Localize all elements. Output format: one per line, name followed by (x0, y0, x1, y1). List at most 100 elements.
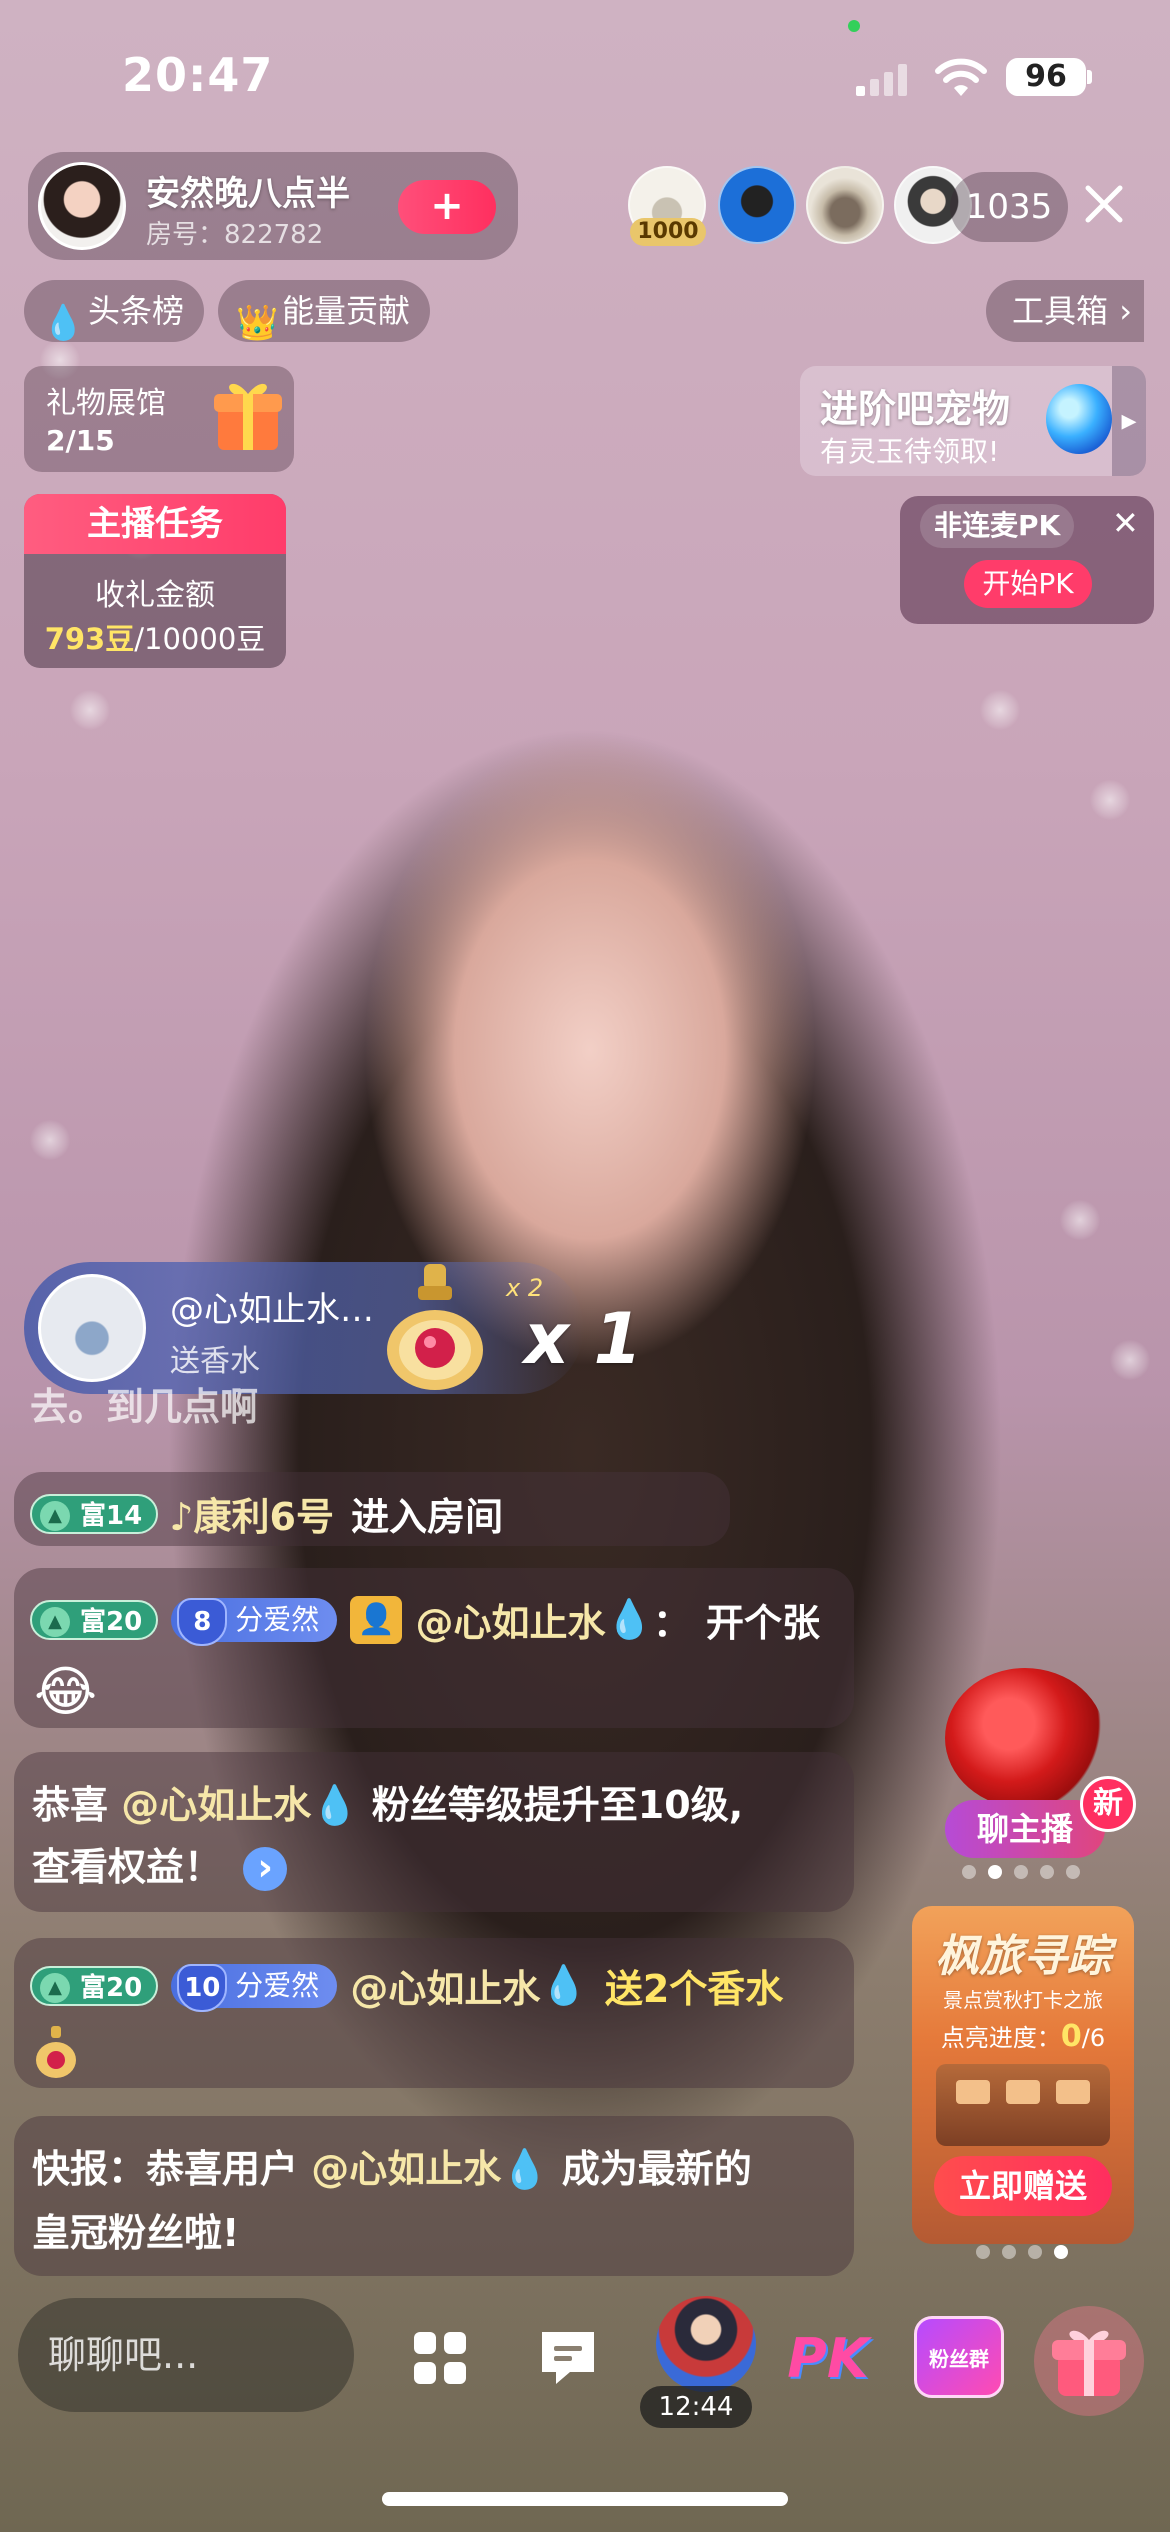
chat-username[interactable]: ♪康利6号 (169, 1495, 334, 1539)
game-avatar-icon[interactable] (656, 2296, 756, 2392)
maple-journey-title: 枫旅寻踪 (935, 1931, 1111, 1982)
droplet-icon: 💧 (311, 1783, 359, 1827)
home-indicator[interactable] (382, 2492, 788, 2506)
chat-text: 进入房间 (351, 1495, 504, 1539)
maple-journey-progress: 点亮进度：0/6 (940, 2019, 1106, 2054)
chat-text: 开个张 (705, 1601, 820, 1645)
rose-bouquet-icon[interactable] (945, 1668, 1105, 1808)
background-flower (980, 690, 1020, 730)
signal-icon (856, 64, 916, 96)
status-time: 20:47 (122, 48, 274, 102)
battery-level: 96 (1006, 58, 1086, 96)
gift-hall-title: 礼物展馆 (46, 386, 166, 421)
gift-action: 送香水 (170, 1344, 260, 1379)
toolbox-button[interactable]: 工具箱 › (986, 280, 1145, 342)
gift-hall-card[interactable]: 礼物展馆 2/15 (24, 366, 294, 472)
host-task-card[interactable]: 主播任务 收礼金额 793豆/10000豆 (24, 494, 286, 668)
battery-tip (1087, 70, 1092, 84)
chat-gift-text: 送2个香水 (604, 1967, 784, 2011)
wealth-level-badge: ▲ 富20 (30, 1599, 159, 1640)
chat-input[interactable]: 聊聊吧... (18, 2298, 354, 2412)
chat-separator: ： (652, 1601, 691, 1645)
chat-text: 粉丝等级提升至10级, (358, 1783, 744, 1827)
gift-button[interactable] (1034, 2306, 1144, 2416)
chat-username[interactable]: @心如止水 (121, 1783, 311, 1827)
background-flower (1090, 780, 1130, 820)
view-benefits-link[interactable]: 查看权益！ (32, 1845, 222, 1889)
viewer-avatar[interactable] (718, 166, 796, 244)
gift-box-icon (214, 376, 282, 454)
background-flower (1110, 1340, 1150, 1380)
chat-announcement: 快报：恭喜用户 @心如止水💧 成为最新的 皇冠粉丝啦! (14, 2116, 854, 2276)
maple-journey-subtitle: 景点赏秋打卡之旅 (943, 1988, 1103, 2012)
live-room-screen: { "status_bar": { "time": "20:47", "batt… (0, 0, 1170, 2532)
close-icon[interactable] (1080, 180, 1128, 228)
host-task-title: 主播任务 (24, 494, 286, 554)
chat-system-message: 恭喜 @心如止水💧 粉丝等级提升至10级, 查看权益！ › (14, 1752, 854, 1912)
gift-toast: @心如止水… 送香水 (24, 1262, 584, 1394)
user-card-icon: 👤 (350, 1595, 403, 1644)
gift-sender-avatar (38, 1274, 146, 1382)
wealth-level-badge: ▲ 富14 (30, 1493, 159, 1534)
perfume-small-icon (34, 2024, 78, 2080)
pk-card-title: 非连麦PK (920, 504, 1075, 548)
fan-club-button[interactable]: 粉丝群 (914, 2316, 1004, 2398)
chat-enter-message: ▲ 富14 ♪康利6号 进入房间 (14, 1472, 730, 1546)
start-pk-button[interactable]: 开始PK (964, 560, 1092, 608)
carousel-dots (956, 1864, 1086, 1883)
chat-username[interactable]: @心如止水 (415, 1601, 605, 1645)
plus-icon: + (430, 183, 464, 229)
host-task-label: 收礼金额 (95, 578, 215, 613)
perfume-gift-icon (380, 1262, 490, 1392)
toolbox-label: 工具箱 (1012, 292, 1109, 330)
carousel-dots (970, 2244, 1074, 2263)
background-flower (30, 1120, 70, 1160)
fan-level-shield-icon: 10 (177, 1963, 228, 2012)
background-flower (1060, 1200, 1100, 1240)
pk-card[interactable]: 非连麦PK ✕ 开始PK (900, 496, 1154, 624)
crown-icon: 👑 (236, 303, 279, 343)
energy-contribution-label: 能量贡献 (282, 292, 411, 330)
chat-partial-message: 去。到几点啊 (30, 1385, 259, 1429)
pk-button[interactable]: PK (780, 2324, 876, 2394)
camera-indicator-dot (848, 20, 860, 32)
viewer-count[interactable]: 1035 (950, 172, 1068, 242)
host-task-target: /10000豆 (134, 622, 266, 656)
chat-text: 快报：恭喜用户 (32, 2147, 312, 2191)
wealth-level-badge: ▲ 富20 (30, 1965, 159, 2006)
chat-username[interactable]: @心如止水 (311, 2147, 501, 2191)
pet-banner-title: 进阶吧宠物 (820, 387, 1011, 431)
droplet-icon: 💧 (42, 303, 85, 343)
chat-text: 皇冠粉丝啦! (32, 2211, 240, 2255)
gift-hall-progress: 2/15 (46, 424, 115, 457)
fan-club-label: 粉丝群 (929, 2347, 989, 2371)
chevron-right-icon: ▸ (1112, 366, 1146, 476)
gift-sender-name: @心如止水… (170, 1290, 374, 1330)
chat-gift-message: ▲ 富20 10 分爱然 @心如止水💧 送2个香水 (14, 1938, 854, 2088)
headline-rank-label: 头条榜 (88, 292, 185, 330)
new-badge: 新 (1080, 1776, 1136, 1832)
host-task-current: 793豆 (44, 622, 135, 656)
host-info-card[interactable]: 安然晚八点半 房号：822782 + (28, 152, 518, 260)
host-room-id: 房号：822782 (146, 220, 324, 250)
chat-message: ▲ 富20 8 分爱然 👤 @心如止水💧： 开个张 😂 (14, 1568, 854, 1728)
host-avatar[interactable] (38, 162, 126, 250)
viewer-avatar[interactable] (806, 166, 884, 244)
wifi-icon (934, 58, 988, 98)
arrow-right-icon[interactable]: › (243, 1847, 288, 1891)
headline-rank-button[interactable]: 💧 头条榜 (24, 280, 205, 343)
follow-button[interactable]: + (398, 180, 496, 234)
viewer-contribution-badge: 1000 (630, 218, 706, 246)
maple-journey-card[interactable]: 枫旅寻踪 景点赏秋打卡之旅 点亮进度：0/6 立即赠送 (912, 1906, 1134, 2244)
level-triangle-icon: ▲ (40, 1972, 70, 2003)
more-apps-icon[interactable] (404, 2322, 476, 2394)
gift-combo-count: x 1 (524, 1298, 643, 1380)
send-now-button[interactable]: 立即赠送 (934, 2156, 1112, 2216)
energy-contribution-button[interactable]: 👑 能量贡献 (218, 280, 431, 343)
pet-banner[interactable]: 进阶吧宠物 有灵玉待领取! ▸ (800, 366, 1146, 476)
background-flower (70, 690, 110, 730)
message-icon[interactable] (532, 2322, 604, 2394)
pk-close-icon[interactable]: ✕ (1112, 504, 1139, 542)
level-triangle-icon: ▲ (40, 1606, 70, 1637)
chat-username[interactable]: @心如止水 (350, 1967, 540, 2011)
